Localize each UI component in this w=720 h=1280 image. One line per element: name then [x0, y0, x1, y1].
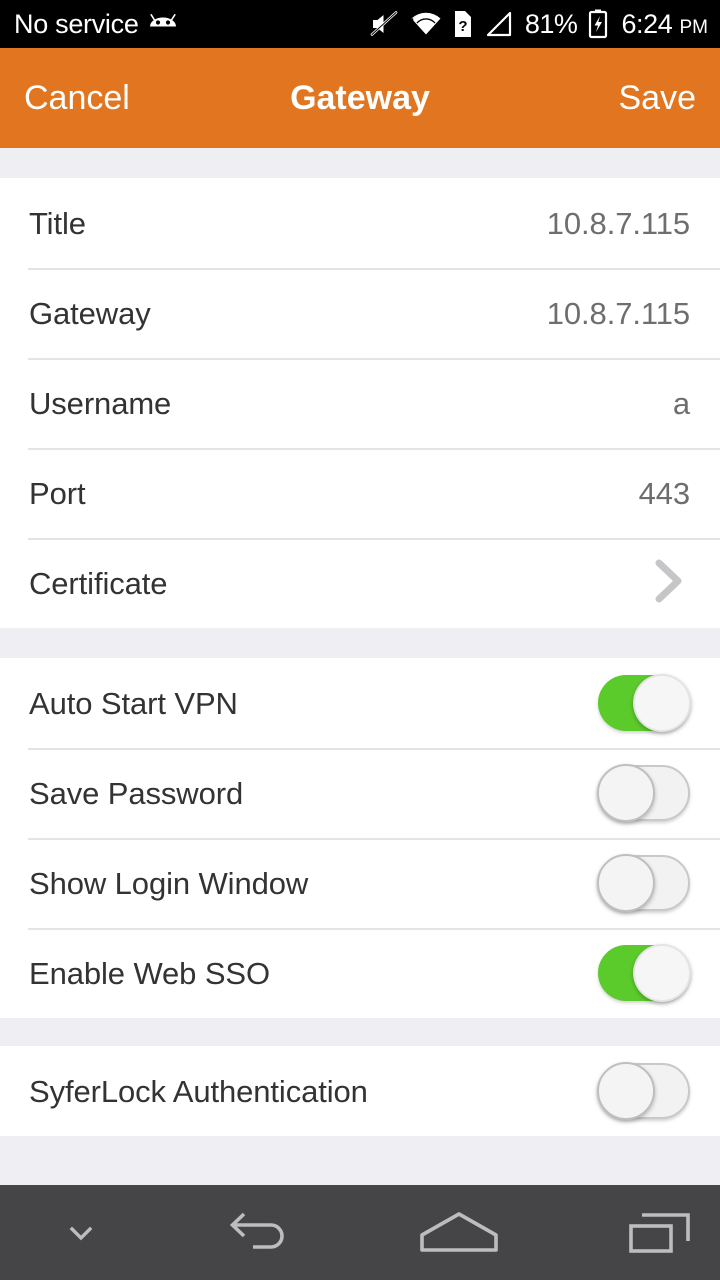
toggle-row[interactable]: Show Login Window [0, 838, 720, 928]
android-robot-icon [148, 13, 178, 35]
chevron-right-icon [646, 554, 690, 613]
toggle-knob [597, 854, 655, 912]
fields-section: Title 10.8.7.115 Gateway 10.8.7.115 Username… [0, 178, 720, 628]
sim-unknown-icon: ? [453, 10, 473, 38]
battery-charging-icon [588, 9, 608, 39]
back-arrow-icon [227, 1209, 289, 1257]
toggle-knob [633, 674, 691, 732]
field-row[interactable]: Port 443 [0, 448, 720, 538]
recents-button[interactable] [602, 1185, 720, 1280]
status-bar-right: ? 81% 6:24 PM [369, 9, 708, 39]
toggles-secondary-section: SyferLock Authentication [0, 1046, 720, 1136]
field-row[interactable]: Certificate [0, 538, 720, 628]
field-value: 443 [638, 475, 691, 511]
chevron-down-icon [64, 1216, 98, 1250]
volume-mute-icon [369, 9, 399, 39]
field-row[interactable]: Gateway 10.8.7.115 [0, 268, 720, 358]
cancel-button[interactable]: Cancel [0, 81, 154, 115]
toggle-knob [597, 1062, 655, 1120]
toggle-switch[interactable] [597, 854, 690, 912]
hide-keyboard-button[interactable] [22, 1185, 140, 1280]
toggle-knob [597, 764, 655, 822]
toggle-row[interactable]: Save Password [0, 748, 720, 838]
field-value: 10.8.7.115 [546, 205, 690, 241]
status-bar: No service ? 81% 6:24 PM [0, 0, 720, 48]
app-bar: Cancel Gateway Save [0, 48, 720, 148]
carrier-label: No service [14, 8, 139, 39]
screen-gateway-settings: No service ? 81% 6:24 PM Cancel Gateway … [0, 0, 720, 1280]
field-label: Certificate [29, 565, 168, 601]
toggle-row[interactable]: Auto Start VPN [0, 658, 720, 748]
field-value: 10.8.7.115 [546, 295, 690, 331]
field-row[interactable]: Title 10.8.7.115 [0, 178, 720, 268]
field-row[interactable]: Username a [0, 358, 720, 448]
toggle-switch[interactable] [598, 674, 691, 732]
home-button[interactable] [400, 1185, 518, 1280]
toggle-switch[interactable] [598, 944, 691, 1002]
home-icon [418, 1208, 500, 1258]
section-gap-middle [0, 628, 720, 658]
section-gap-middle-2 [0, 1018, 720, 1046]
field-value: a [672, 385, 690, 421]
recents-icon [626, 1208, 696, 1258]
field-label: Username [29, 385, 172, 421]
toggle-label: Show Login Window [29, 865, 309, 901]
toggle-label: Auto Start VPN [29, 685, 238, 721]
wifi-icon [410, 10, 442, 38]
toggle-switch[interactable] [597, 1062, 690, 1120]
toggle-label: Enable Web SSO [29, 955, 270, 991]
toggle-switch[interactable] [597, 764, 690, 822]
toggle-knob [633, 944, 691, 1002]
toggle-row[interactable]: Enable Web SSO [0, 928, 720, 1018]
save-button[interactable]: Save [595, 81, 720, 115]
clock-label: 6:24 PM [621, 8, 708, 39]
toggle-row[interactable]: SyferLock Authentication [0, 1046, 720, 1136]
back-button[interactable] [199, 1185, 317, 1280]
toggles-primary-section: Auto Start VPN Save Password Show Login Wi… [0, 658, 720, 1018]
svg-text:?: ? [458, 18, 467, 35]
field-label: Title [29, 205, 86, 241]
cell-signal-icon [484, 10, 514, 38]
toggle-label: SyferLock Authentication [29, 1073, 368, 1109]
section-gap-top [0, 148, 720, 178]
field-label: Port [29, 475, 86, 511]
system-navigation-bar [0, 1185, 720, 1280]
field-label: Gateway [29, 295, 151, 331]
toggle-label: Save Password [29, 775, 244, 811]
battery-percent-label: 81% [524, 8, 578, 39]
status-bar-left: No service [14, 8, 178, 39]
